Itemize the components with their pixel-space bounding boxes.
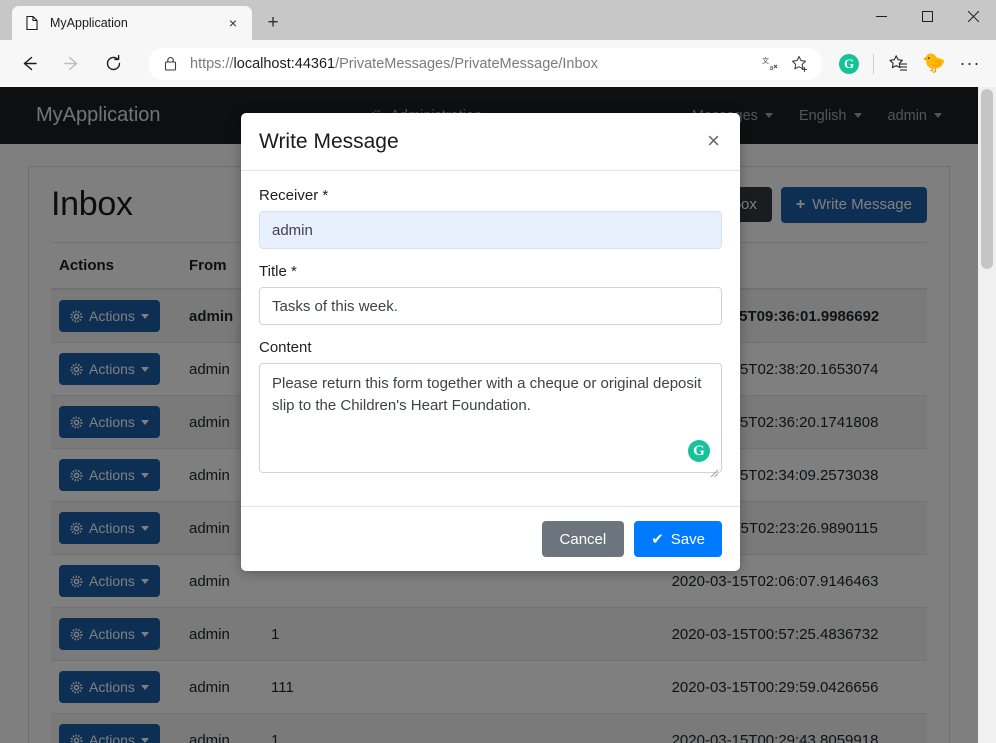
browser-tab[interactable]: MyApplication × bbox=[12, 6, 252, 40]
page-viewport: MyApplication Administration Messages En… bbox=[0, 87, 996, 743]
browser-window: MyApplication × + https://localhost:4436… bbox=[0, 0, 996, 743]
dialog-footer: Cancel ✔ Save bbox=[241, 506, 740, 571]
minimize-icon[interactable] bbox=[858, 0, 904, 32]
content-label: Content bbox=[259, 339, 312, 356]
collections-icon[interactable] bbox=[882, 48, 914, 80]
scrollbar-thumb[interactable] bbox=[981, 89, 993, 269]
grammarly-badge: G bbox=[839, 53, 859, 74]
page-scrollbar[interactable] bbox=[978, 87, 996, 743]
receiver-field-group: Receiver * bbox=[259, 187, 722, 249]
save-button-label: Save bbox=[670, 530, 705, 548]
window-close-icon[interactable] bbox=[950, 0, 996, 32]
browser-toolbar: https://localhost:44361/PrivateMessages/… bbox=[0, 40, 996, 87]
dialog-body: Receiver * Title * Content Please return… bbox=[241, 171, 740, 506]
page-icon bbox=[24, 15, 40, 31]
web-page: MyApplication Administration Messages En… bbox=[0, 87, 978, 743]
svg-text:a: a bbox=[769, 65, 773, 72]
dialog-close-icon[interactable]: × bbox=[705, 130, 722, 152]
url-text[interactable]: https://localhost:44361/PrivateMessages/… bbox=[190, 56, 753, 72]
maximize-icon[interactable] bbox=[904, 0, 950, 32]
grammarly-icon[interactable]: G bbox=[688, 440, 710, 462]
toolbar-extensions: G 🐤 ··· bbox=[831, 48, 988, 80]
close-icon[interactable]: × bbox=[222, 12, 244, 34]
write-message-dialog: Write Message × Receiver * Title * Conte… bbox=[241, 113, 740, 571]
check-icon: ✔ bbox=[651, 531, 664, 548]
title-field-group: Title * bbox=[259, 263, 722, 325]
dialog-header: Write Message × bbox=[241, 113, 740, 171]
cancel-button[interactable]: Cancel bbox=[541, 521, 625, 557]
new-tab-button[interactable]: + bbox=[258, 8, 288, 38]
grammarly-extension-icon[interactable]: G bbox=[833, 48, 865, 80]
address-bar[interactable]: https://localhost:44361/PrivateMessages/… bbox=[148, 47, 823, 80]
svg-text:文: 文 bbox=[762, 56, 769, 65]
dialog-title: Write Message bbox=[259, 130, 399, 153]
title-input[interactable] bbox=[259, 287, 722, 325]
receiver-input[interactable] bbox=[259, 211, 722, 249]
browser-titlebar: MyApplication × + bbox=[0, 0, 996, 40]
star-plus-icon[interactable] bbox=[787, 51, 813, 77]
lock-icon bbox=[162, 56, 178, 71]
avatar-icon[interactable]: 🐤 bbox=[918, 48, 950, 80]
back-icon[interactable] bbox=[12, 47, 46, 81]
content-textarea[interactable]: Please return this form together with a … bbox=[259, 363, 722, 473]
window-controls bbox=[858, 0, 996, 32]
forward-icon bbox=[54, 47, 88, 81]
avatar-glyph: 🐤 bbox=[922, 53, 946, 74]
save-button[interactable]: ✔ Save bbox=[634, 521, 722, 557]
tab-title: MyApplication bbox=[50, 16, 128, 30]
translate-icon[interactable]: 文 a bbox=[757, 51, 783, 77]
toolbar-divider bbox=[873, 53, 874, 74]
receiver-label: Receiver * bbox=[259, 187, 329, 204]
resize-handle-icon[interactable] bbox=[709, 465, 719, 478]
content-field-group: Content Please return this form together… bbox=[259, 339, 722, 478]
reload-icon[interactable] bbox=[96, 47, 130, 81]
more-icon[interactable]: ··· bbox=[954, 48, 986, 80]
title-label: Title * bbox=[259, 263, 297, 280]
